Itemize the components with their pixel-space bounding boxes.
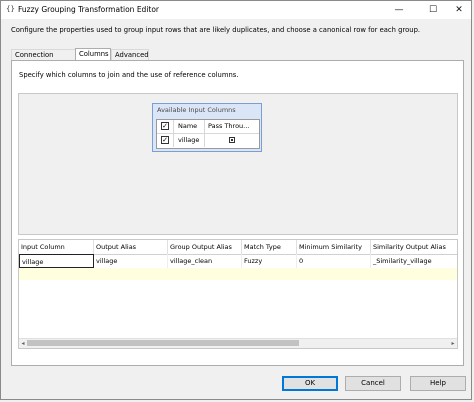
maximize-button[interactable]: ☐: [419, 1, 447, 19]
available-input-columns-box[interactable]: Available Input Columns ✓ Name Pass Thro…: [152, 103, 262, 152]
scroll-left-icon[interactable]: ◂: [19, 339, 27, 348]
tab-columns[interactable]: Columns: [75, 48, 111, 60]
cell-similarity-output-alias[interactable]: _Similarity_village: [371, 254, 457, 268]
cell-output-alias[interactable]: village: [94, 254, 168, 268]
available-columns-grid: ✓ Name Pass Throu... ✓ village: [156, 119, 260, 149]
village-checkbox[interactable]: ✓: [161, 136, 169, 144]
window-title: Fuzzy Grouping Transformation Editor: [18, 5, 160, 14]
columns-tab-panel: Specify which columns to join and the us…: [11, 60, 464, 366]
help-button[interactable]: Help: [410, 376, 466, 391]
description-text: Configure the properties used to group i…: [11, 26, 421, 34]
minimize-button[interactable]: —: [385, 1, 413, 19]
pass-through-checkbox[interactable]: [229, 137, 235, 143]
column-name: village: [174, 134, 205, 147]
header-minimum-similarity[interactable]: Minimum Similarity: [297, 240, 371, 254]
scrollbar-thumb[interactable]: [27, 340, 299, 346]
tab-advanced[interactable]: Advanced: [111, 49, 149, 60]
cell-input-column[interactable]: village: [19, 254, 94, 268]
column-designer-canvas[interactable]: Available Input Columns ✓ Name Pass Thro…: [18, 93, 458, 235]
header-group-output-alias[interactable]: Group Output Alias: [168, 240, 242, 254]
select-all-checkbox[interactable]: ✓: [161, 122, 169, 130]
cell-group-output-alias[interactable]: village_clean: [168, 254, 242, 268]
tab-connection-manager[interactable]: Connection Manager: [11, 49, 76, 70]
new-row-placeholder[interactable]: [19, 268, 457, 280]
ok-button[interactable]: OK: [282, 376, 338, 391]
editor-window: {} Fuzzy Grouping Transformation Editor …: [0, 0, 472, 400]
horizontal-scrollbar[interactable]: ◂ ▸: [19, 338, 457, 348]
header-output-alias[interactable]: Output Alias: [94, 240, 168, 254]
title-bar: {} Fuzzy Grouping Transformation Editor …: [1, 1, 471, 19]
header-match-type[interactable]: Match Type: [242, 240, 297, 254]
header-input-column[interactable]: Input Column: [19, 240, 94, 254]
cell-match-type[interactable]: Fuzzy: [242, 254, 297, 268]
table-row[interactable]: village village village_clean Fuzzy 0 _S…: [19, 254, 457, 268]
available-columns-header-row: ✓ Name Pass Throu...: [157, 120, 259, 134]
cell-minimum-similarity[interactable]: 0: [297, 254, 371, 268]
scroll-right-icon[interactable]: ▸: [449, 339, 457, 348]
app-icon: {}: [6, 5, 15, 13]
column-mapping-grid: Input Column Output Alias Group Output A…: [18, 239, 458, 349]
grid-header-row: Input Column Output Alias Group Output A…: [19, 240, 457, 255]
instructions-text: Specify which columns to join and the us…: [19, 71, 239, 79]
name-column-header: Name: [174, 120, 205, 133]
available-column-row[interactable]: ✓ village: [157, 134, 259, 147]
close-button[interactable]: ✕: [445, 1, 473, 19]
pass-through-column-header: Pass Throu...: [208, 122, 250, 130]
available-columns-title: Available Input Columns: [157, 106, 236, 114]
cancel-button[interactable]: Cancel: [345, 376, 401, 391]
header-similarity-output-alias[interactable]: Similarity Output Alias: [371, 240, 457, 254]
